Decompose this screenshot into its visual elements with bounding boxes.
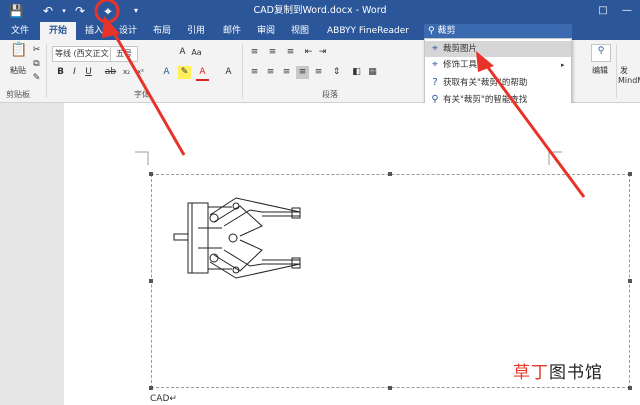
site-watermark: 草丁图书馆 xyxy=(513,358,603,383)
red-annotation-arrows xyxy=(94,0,586,198)
watermark-part2: 图书馆 xyxy=(549,363,603,383)
watermark-part1: 草丁 xyxy=(513,363,549,383)
